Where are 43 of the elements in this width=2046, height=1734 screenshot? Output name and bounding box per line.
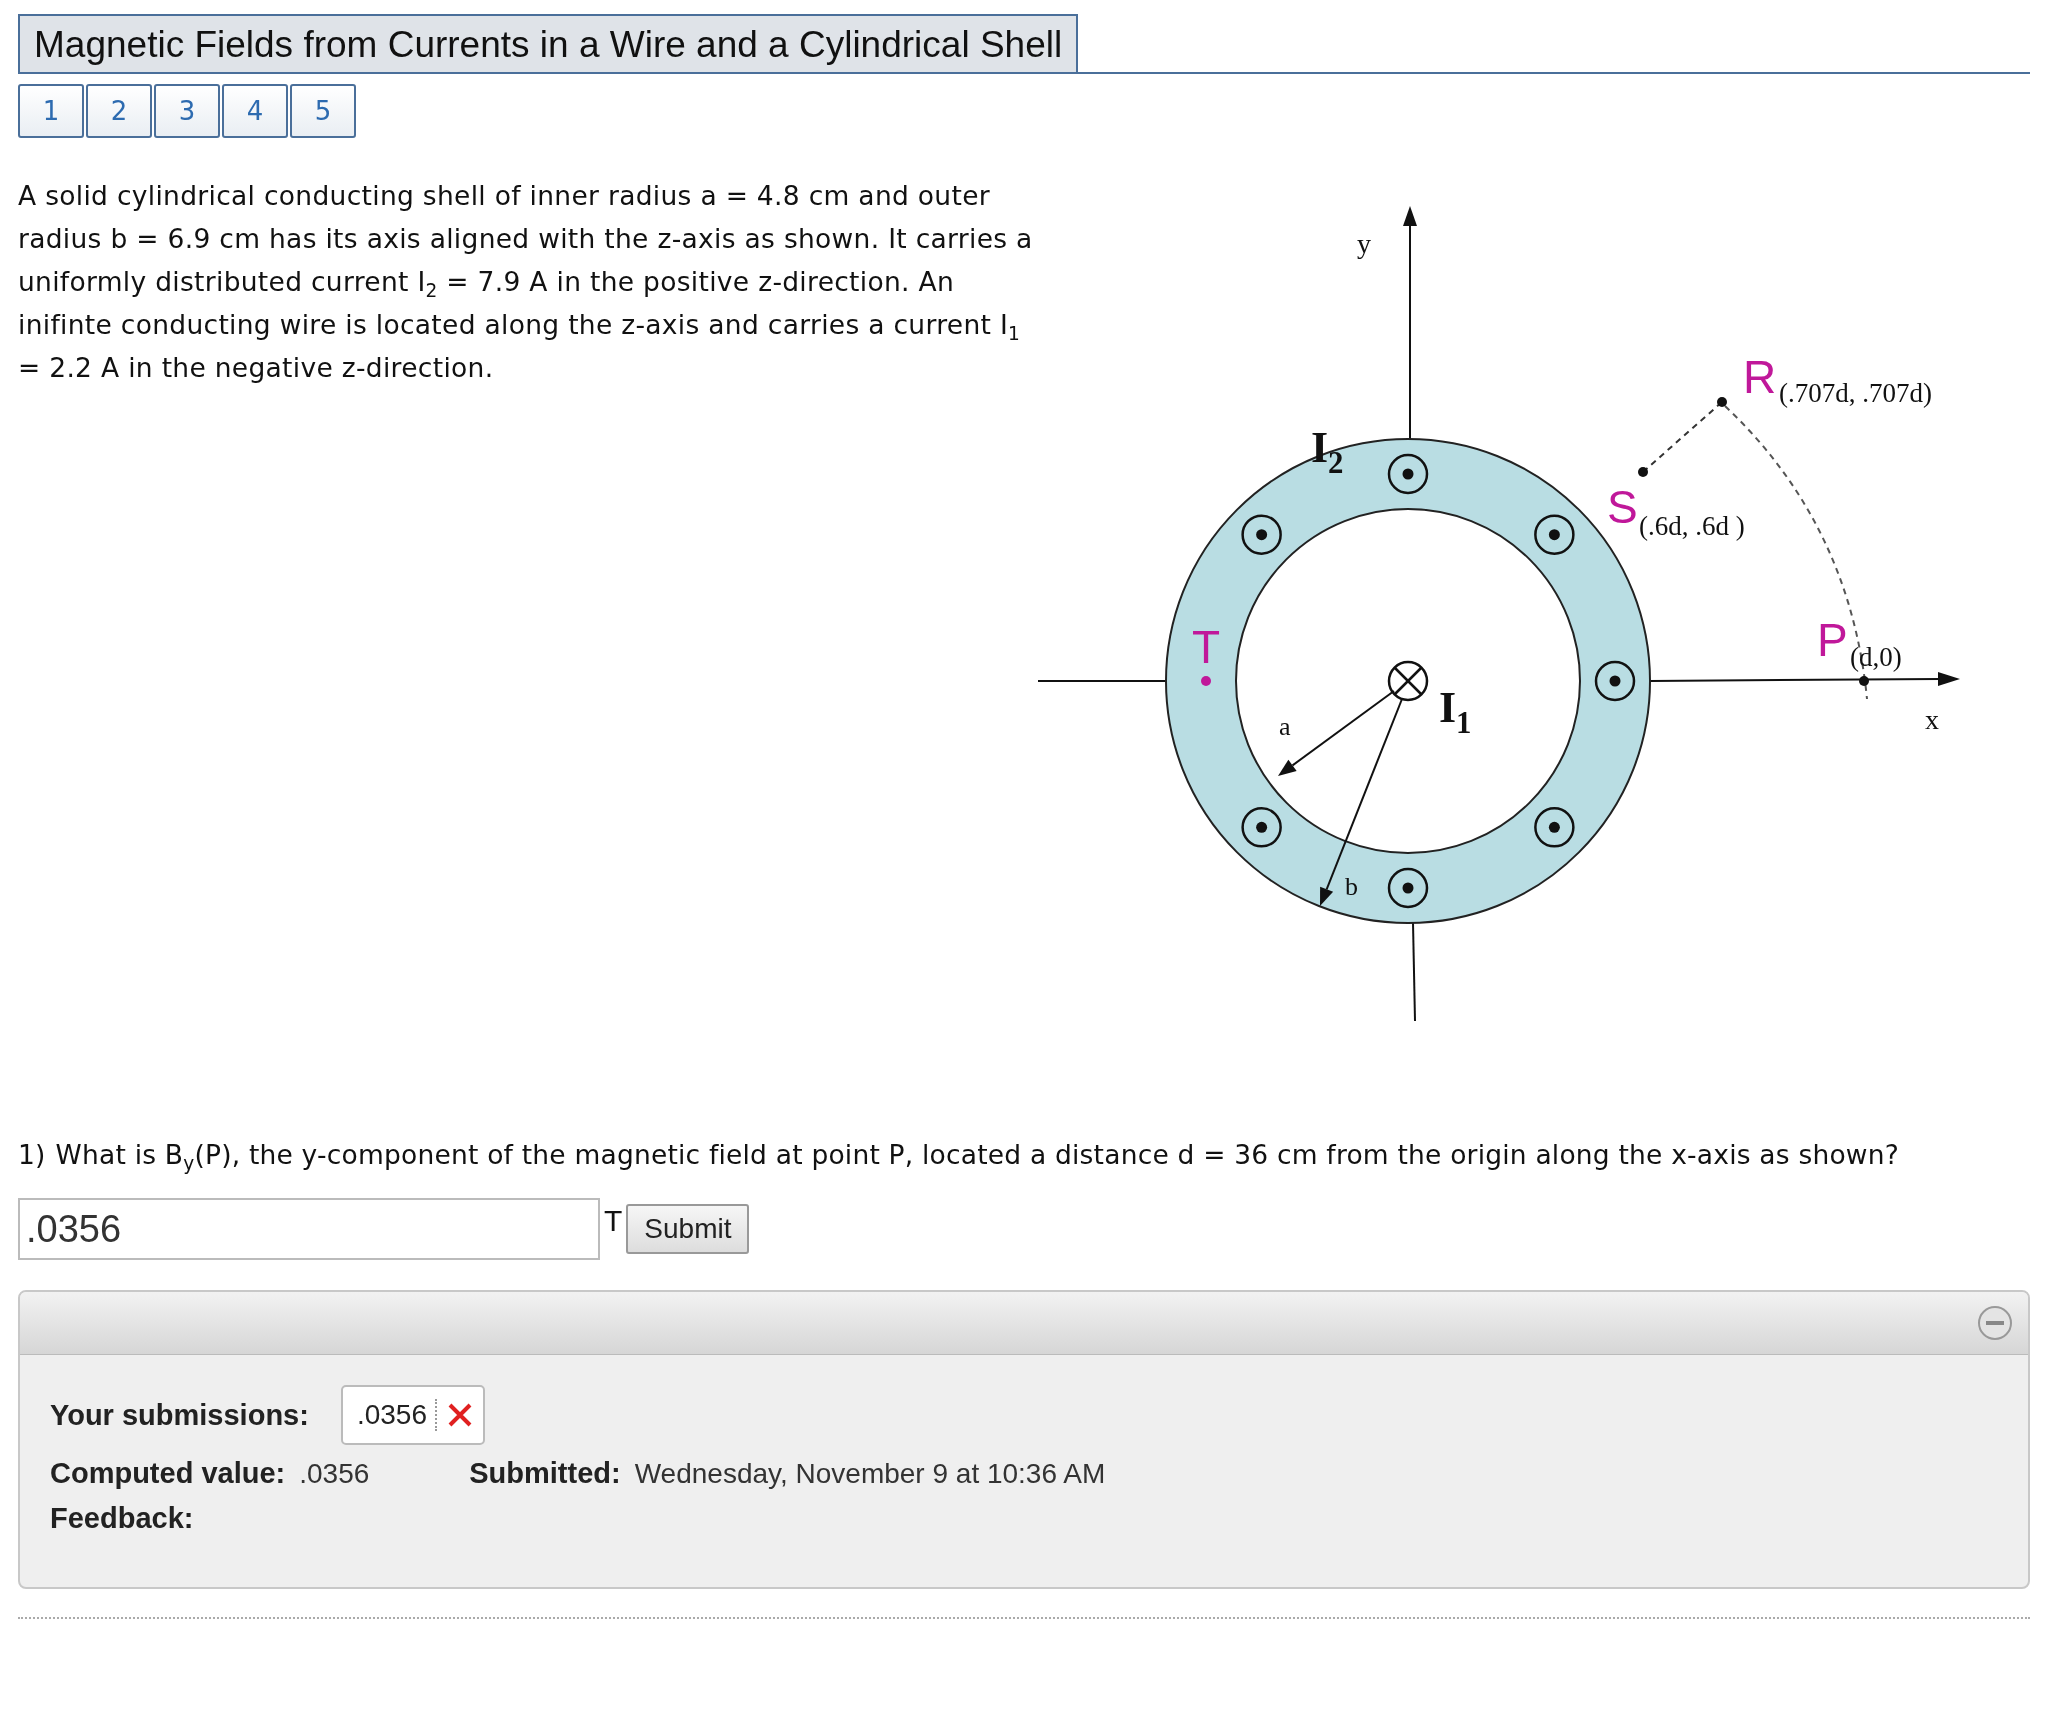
point-label: R xyxy=(1742,354,1777,400)
point-marker xyxy=(1200,676,1211,686)
into-page-icon xyxy=(1387,660,1429,702)
submit-button[interactable]: Submit xyxy=(626,1204,750,1254)
question-number: 1) xyxy=(18,1138,46,1172)
out-of-page-icon xyxy=(1534,514,1575,555)
unit-label: T xyxy=(604,1204,623,1238)
submission-value: .0356 xyxy=(356,1399,437,1431)
point-marker xyxy=(1716,397,1727,407)
point-label: P xyxy=(1816,617,1848,663)
axis-label: x xyxy=(1924,706,1939,734)
point-coordinates: (d,0) xyxy=(1849,644,1902,671)
radius-label: b xyxy=(1344,874,1358,900)
part-tab[interactable]: 2 xyxy=(86,84,152,138)
part-tab[interactable]: 5 xyxy=(290,84,356,138)
page-title: Magnetic Fields from Currents in a Wire and a Cylindrical Shell xyxy=(18,14,1079,72)
submissions-label: Your submissions: xyxy=(50,1398,309,1432)
collapse-icon[interactable] xyxy=(1976,1304,2014,1342)
point-label: T xyxy=(1191,624,1221,670)
submitted-value: Wednesday, November 9 at 10:36 AM xyxy=(634,1457,1106,1490)
computed-label: Computed value: xyxy=(50,1457,286,1490)
axis-label: y xyxy=(1356,230,1371,258)
out-of-page-icon xyxy=(1594,660,1636,702)
answer-field[interactable]: .0356 xyxy=(18,1198,600,1260)
point-marker xyxy=(1858,676,1869,686)
radius-label: a xyxy=(1278,714,1291,740)
point-label: S xyxy=(1606,484,1638,530)
part-tab[interactable]: 1 xyxy=(18,84,84,138)
out-of-page-icon xyxy=(1387,453,1429,495)
part-tab[interactable]: 3 xyxy=(154,84,220,138)
point-coordinates: (.6d, .6d ) xyxy=(1638,513,1745,540)
question-text: What is B$_{y}$(P), the y-component of the magnetic field at point P, located a distance d = 36 cm from the origin along the x-axis as shown? xyxy=(55,1138,1900,1176)
feedback-label: Feedback: xyxy=(50,1502,194,1535)
out-of-page-icon xyxy=(1241,807,1282,848)
submitted-label: Submitted: xyxy=(469,1457,621,1490)
part-tab[interactable]: 4 xyxy=(222,84,288,138)
out-of-page-icon xyxy=(1534,807,1575,848)
out-of-page-icon xyxy=(1241,514,1282,555)
point-coordinates: (.707d, .707d) xyxy=(1778,380,1932,407)
point-marker xyxy=(1637,467,1648,477)
problem-text: A solid cylindrical conducting shell of inner radius a = 4.8 cm and outer radius b = 6.9 cm has its axis aligned with the z-axis as shown. It carries a uniformly distributed current I$_{2}$ = 7.9 A in the positive z-direction. An inifinte conducting wire is located along the z-axis and carries a current I$_{1}$ = 2.2 A in the negative z-direction. xyxy=(18,179,1034,385)
out-of-page-icon xyxy=(1387,867,1429,909)
computed-value: .0356 xyxy=(299,1457,371,1490)
